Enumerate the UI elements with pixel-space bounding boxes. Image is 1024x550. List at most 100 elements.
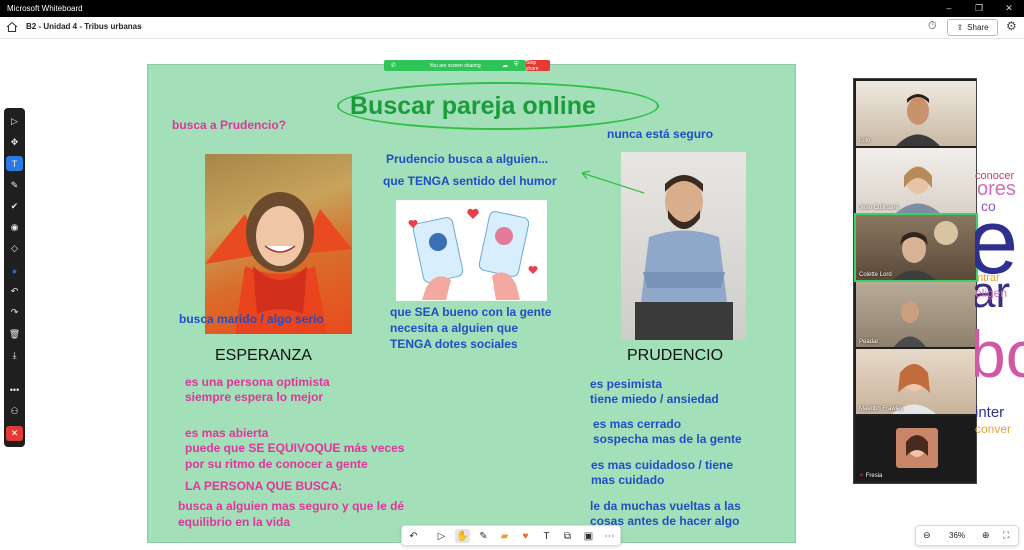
text-mas-cerrado[interactable]: es mas cerrado — [593, 417, 681, 432]
background-wordcloud: conocer ores co e ar ntrar eligen bo int… — [975, 150, 1024, 450]
esperanza-photo[interactable] — [205, 154, 352, 334]
wordcloud-word: eligen — [975, 286, 1008, 300]
stamp-tool-icon[interactable]: ◉ — [6, 220, 23, 235]
undo-icon[interactable]: ↶ — [406, 529, 421, 543]
check-tool-icon[interactable]: ✔ — [6, 199, 23, 214]
trash-icon[interactable]: 🗑 — [6, 327, 23, 342]
participant-tile[interactable]: Lolo — [856, 81, 976, 146]
user-settings-icon[interactable]: ⚇ — [6, 404, 23, 419]
participant-tile[interactable]: ✕ Fresia — [856, 416, 976, 481]
bottom-toolbar: ↶ ▷ ✋ ✎ ▰ ♥ T ⧉ ▣ ⋯ — [401, 525, 621, 546]
text-muchas-vueltas[interactable]: le da muchas vueltas a las — [590, 499, 741, 514]
text-se-equivoque[interactable]: puede que SE EQUIVOQUE más veces — [185, 441, 404, 456]
share-button[interactable]: ⇪ Share — [947, 19, 998, 36]
text-sea-bueno[interactable]: que SEA bueno con la gente — [390, 305, 552, 320]
text-espera-mejor[interactable]: siempre espera lo mejor — [185, 390, 323, 405]
text-icon[interactable]: T — [539, 529, 554, 543]
hand-icon[interactable]: ✋ — [455, 529, 470, 543]
fit-screen-icon[interactable]: ⛶ — [1003, 530, 1009, 541]
participant-tile[interactable]: Maedbh Frawley — [856, 349, 976, 414]
participant-tile[interactable]: Jean Cullinane — [856, 148, 976, 213]
text-busca-alguien[interactable]: Prudencio busca a alguien... — [386, 152, 548, 167]
timer-icon[interactable]: ⏱ — [928, 20, 937, 33]
text-optimista[interactable]: es una persona optimista — [185, 375, 330, 390]
sticky-note-icon[interactable]: ▰ — [497, 529, 512, 543]
reaction-icon[interactable]: ♥ — [518, 529, 533, 543]
text-busca-marido[interactable]: busca marido / algo serio — [179, 312, 324, 327]
dating-phones-image — [408, 208, 538, 300]
select-tool-icon[interactable]: ▷ — [6, 114, 23, 129]
gear-icon[interactable]: ⚙ — [1006, 19, 1017, 33]
home-icon[interactable] — [6, 21, 18, 33]
window-titlebar: Microsoft Whiteboard – ❐ ✕ — [0, 0, 1024, 17]
text-cuidadoso[interactable]: es mas cuidadoso / tiene — [591, 458, 733, 473]
zoom-in-icon[interactable]: ⊕ — [982, 530, 990, 541]
maximize-button[interactable]: ❐ — [964, 0, 994, 17]
text-persona-busca[interactable]: LA PERSONA QUE BUSCA: — [185, 479, 342, 494]
participant-video — [894, 301, 926, 347]
participant-name: Peadar — [859, 339, 879, 345]
pen-icon[interactable]: ✎ — [476, 529, 491, 543]
text-sentido-humor[interactable]: que TENGA sentido del humor — [383, 174, 557, 189]
text-nunca-seguro[interactable]: nunca está seguro — [607, 127, 713, 142]
exit-icon[interactable]: ✕ — [6, 426, 23, 441]
participant-name: Lolo — [859, 138, 871, 144]
participant-tile-active[interactable]: Colette Lord — [854, 213, 978, 282]
chevron-down-icon[interactable]: ⌄ — [136, 20, 144, 31]
minimize-button[interactable]: – — [934, 0, 964, 17]
text-necesita[interactable]: necesita a alguien que — [390, 321, 518, 336]
participant-name-text: Fresia — [865, 473, 883, 479]
eraser-tool-icon[interactable]: ◇ — [6, 241, 23, 256]
more-icon[interactable]: ••• — [6, 382, 23, 397]
text-mas-seguro[interactable]: busca a alguien mas seguro y que le dé — [178, 499, 404, 514]
participant-video — [896, 166, 940, 213]
move-tool-icon[interactable]: ✥ — [6, 135, 23, 150]
share-label: Share — [967, 23, 989, 32]
screen-share-text: You are screen sharing — [429, 62, 481, 69]
ink-arrow[interactable] — [570, 167, 650, 197]
participant-video — [892, 363, 936, 414]
text-miedo[interactable]: tiene miedo / ansiedad — [590, 392, 719, 407]
template-icon[interactable]: ▣ — [581, 529, 596, 543]
muted-mic-icon: ✕ — [859, 473, 865, 479]
download-icon[interactable]: ⤓ — [6, 348, 23, 363]
wordcloud-word: bo — [975, 317, 1024, 391]
text-pesimista[interactable]: es pesimista — [590, 377, 662, 392]
stop-share-button[interactable]: Stop share — [526, 60, 550, 72]
zoom-out-icon[interactable]: ⊖ — [923, 530, 931, 541]
shield-icon: ⛨ — [514, 62, 519, 68]
participant-tile[interactable]: Peadar — [856, 282, 976, 347]
zoom-level[interactable]: 36% — [949, 531, 965, 540]
shapes-icon[interactable]: ⧉ — [560, 529, 575, 543]
undo-icon[interactable]: ↶ — [6, 284, 23, 299]
color-picker-icon[interactable]: ● — [6, 263, 23, 278]
text-dotes-sociales[interactable]: TENGA dotes sociales — [390, 337, 518, 352]
window-controls: – ❐ ✕ — [934, 0, 1024, 17]
participants-panel: Lolo Jean Cullinane Colette Lord Peadar … — [853, 78, 978, 484]
text-equilibrio[interactable]: equilibrio en la vida — [178, 515, 290, 530]
wordcloud-word: conver — [975, 422, 1012, 436]
participant-name: Colette Lord — [859, 272, 892, 278]
text-sospecha[interactable]: sospecha mas de la gente — [593, 432, 742, 447]
text-mas-abierta[interactable]: es mas abierta — [185, 426, 268, 441]
pen-tool-icon[interactable]: ✎ — [6, 178, 23, 193]
phone-icon: ✆ — [391, 63, 397, 69]
redo-icon[interactable]: ↷ — [6, 305, 23, 320]
close-button[interactable]: ✕ — [994, 0, 1024, 17]
text-busca-prudencio[interactable]: busca a Prudencio? — [172, 118, 286, 133]
text-tool-icon[interactable]: T — [6, 156, 23, 171]
pointer-icon[interactable]: ▷ — [434, 529, 449, 543]
more-icon[interactable]: ⋯ — [602, 529, 617, 543]
dating-app-illustration[interactable] — [396, 200, 547, 301]
document-title[interactable]: B2 - Unidad 4 - Tribus urbanas — [26, 22, 142, 31]
participant-video — [892, 221, 958, 280]
zoom-controls: ⊖ 36% ⊕ ⛶ — [915, 525, 1019, 546]
cloud-icon: ☁ — [502, 63, 508, 69]
window-title: Microsoft Whiteboard — [7, 4, 83, 13]
text-mas-cuidado[interactable]: mas cuidado — [591, 473, 664, 488]
board-title[interactable]: Buscar pareja online — [350, 92, 596, 121]
label-prudencio[interactable]: PRUDENCIO — [627, 347, 723, 365]
app-bar: B2 - Unidad 4 - Tribus urbanas ⌄ ⏱ ⇪ Sha… — [0, 17, 1024, 39]
label-esperanza[interactable]: ESPERANZA — [215, 347, 312, 365]
text-ritmo[interactable]: por su ritmo de conocer a gente — [185, 457, 368, 472]
